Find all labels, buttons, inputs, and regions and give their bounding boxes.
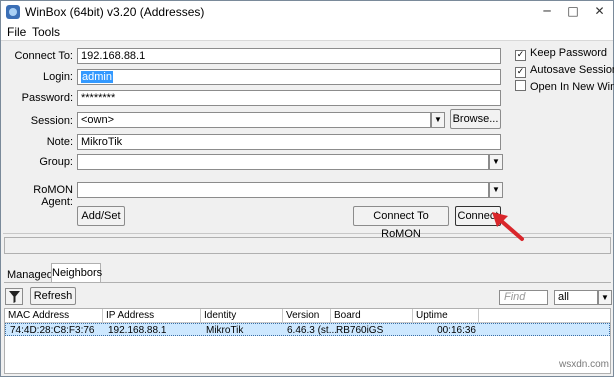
open-new-window-label: Open In New Window xyxy=(530,81,614,93)
cell-ip-address: 192.168.88.1 xyxy=(108,325,167,336)
refresh-button[interactable]: Refresh xyxy=(30,287,76,305)
annotation-arrow-icon xyxy=(492,212,524,241)
find-input[interactable]: Find xyxy=(499,290,548,305)
password-field[interactable]: ******** xyxy=(77,90,501,106)
column-board[interactable]: Board xyxy=(331,309,413,323)
close-button[interactable]: ✕ xyxy=(587,1,612,21)
connect-panel: Connect To: 192.168.88.1 Login: admin Pa… xyxy=(3,42,614,240)
winbox-window: WinBox (64bit) v3.20 (Addresses) ─ □ ✕ F… xyxy=(0,0,614,377)
menu-tools[interactable]: Tools xyxy=(32,25,60,39)
window-title: WinBox (64bit) v3.20 (Addresses) xyxy=(25,5,205,19)
romon-agent-field[interactable] xyxy=(77,182,489,198)
group-dropdown-icon[interactable]: ▼ xyxy=(489,154,503,170)
tab-managed[interactable]: Managed xyxy=(7,269,53,281)
group-label: Group: xyxy=(39,156,73,168)
minimize-button[interactable]: ─ xyxy=(535,1,559,21)
open-new-window-checkbox[interactable] xyxy=(515,80,526,91)
cell-version: 6.46.3 (st... xyxy=(287,325,338,336)
autosave-session-label: Autosave Session xyxy=(530,64,614,76)
add-set-button[interactable]: Add/Set xyxy=(77,206,125,226)
romon-agent-label: RoMON Agent: xyxy=(33,184,73,208)
column-identity[interactable]: Identity xyxy=(201,309,283,323)
column-filler xyxy=(479,309,610,323)
connect-to-field[interactable]: 192.168.88.1 xyxy=(77,48,501,64)
cell-identity: MikroTik xyxy=(206,325,244,336)
session-field[interactable]: <own> xyxy=(77,112,431,128)
session-label: Session: xyxy=(30,115,73,127)
cell-board: RB760iGS xyxy=(336,325,384,336)
cell-uptime: 00:16:36 xyxy=(437,325,476,336)
open-new-window-option[interactable]: Open In New Window xyxy=(515,80,614,93)
filter-button[interactable] xyxy=(5,288,23,305)
winbox-app-icon xyxy=(6,5,20,19)
login-label: Login: xyxy=(43,71,73,83)
column-ip-address[interactable]: IP Address xyxy=(103,309,201,323)
column-mac-address[interactable]: MAC Address xyxy=(5,309,103,323)
login-field[interactable]: admin xyxy=(77,69,501,85)
neighbors-table: MAC Address IP Address Identity Version … xyxy=(4,308,611,374)
session-dropdown-icon[interactable]: ▼ xyxy=(431,112,445,128)
filter-dropdown-icon[interactable]: ▼ xyxy=(598,290,612,305)
column-version[interactable]: Version xyxy=(283,309,331,323)
keep-password-option[interactable]: ✓ Keep Password xyxy=(515,47,607,61)
keep-password-checkbox[interactable]: ✓ xyxy=(515,50,526,61)
group-field[interactable] xyxy=(77,154,489,170)
filter-select[interactable]: all xyxy=(554,290,598,305)
tab-neighbors[interactable]: Neighbors xyxy=(51,263,102,283)
title-bar: WinBox (64bit) v3.20 (Addresses) ─ □ ✕ xyxy=(1,1,613,23)
menu-file[interactable]: File xyxy=(7,25,26,39)
connect-to-label: Connect To: xyxy=(14,50,73,62)
keep-password-label: Keep Password xyxy=(530,47,608,59)
browse-button[interactable]: Browse... xyxy=(450,109,501,129)
table-row[interactable]: 74:4D:28:C8:F3:76 192.168.88.1 MikroTik … xyxy=(5,323,610,336)
autosave-session-option[interactable]: ✓ Autosave Session xyxy=(515,64,614,78)
autosave-session-checkbox[interactable]: ✓ xyxy=(515,67,526,78)
filter-icon xyxy=(9,291,20,303)
note-field[interactable]: MikroTik xyxy=(77,134,501,150)
password-label: Password: xyxy=(21,92,73,104)
menu-bar: File Tools xyxy=(1,23,613,41)
column-uptime[interactable]: Uptime xyxy=(413,309,479,323)
maximize-button[interactable]: □ xyxy=(561,1,585,21)
watermark: wsxdn.com xyxy=(559,359,610,370)
cell-mac-address: 74:4D:28:C8:F3:76 xyxy=(10,325,95,336)
romon-dropdown-icon[interactable]: ▼ xyxy=(489,182,503,198)
note-label: Note: xyxy=(46,136,73,148)
login-value: admin xyxy=(81,71,113,83)
tab-divider xyxy=(4,282,611,283)
connect-to-romon-button[interactable]: Connect To RoMON xyxy=(353,206,449,240)
